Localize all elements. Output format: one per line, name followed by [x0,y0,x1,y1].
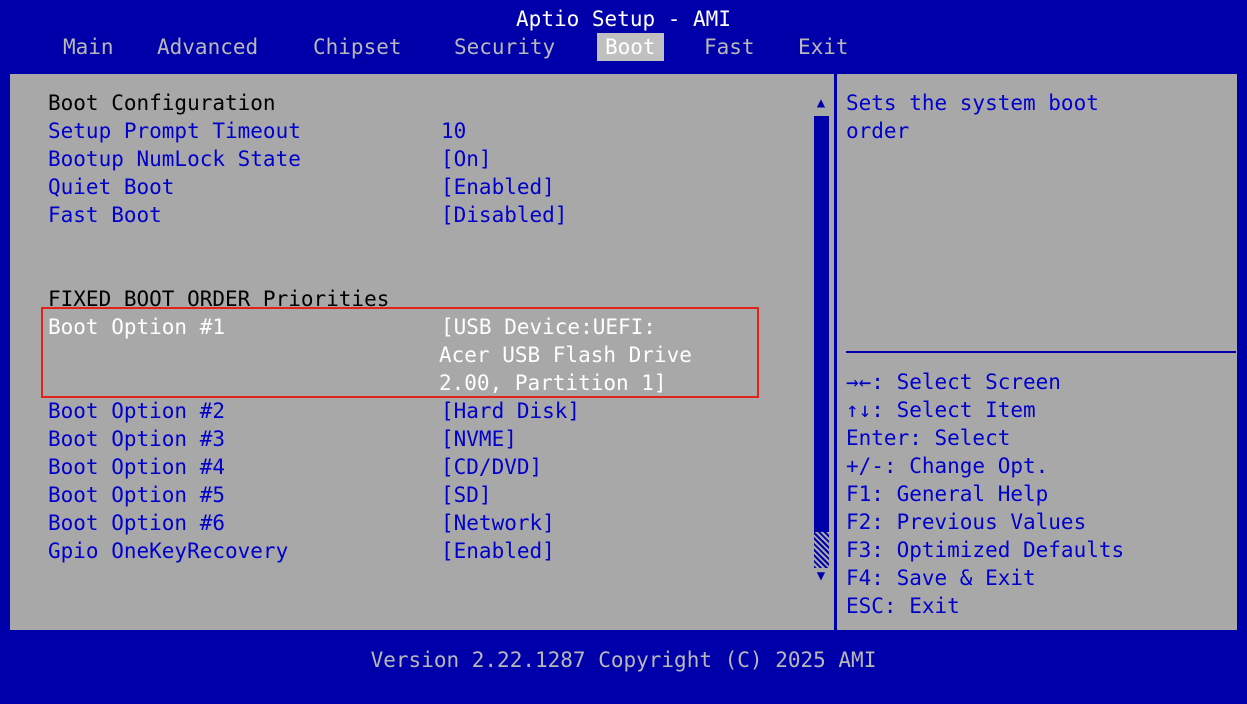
help-key-f4: F4: Save & Exit [846,566,1036,590]
tab-exit[interactable]: Exit [798,33,849,61]
boot-option-5-label[interactable]: Boot Option #5 [48,481,225,509]
setting-value[interactable]: 10 [441,117,466,145]
boot-option-2-value[interactable]: [Hard Disk] [441,397,580,425]
help-key-esc: ESC: Exit [846,594,960,618]
tab-fast[interactable]: Fast [704,33,755,61]
boot-config-heading: Boot Configuration [48,91,276,115]
setting-setup-prompt-timeout[interactable]: Setup Prompt Timeout [48,117,301,145]
scroll-up-icon[interactable]: ▲ [812,93,830,113]
help-key-enter: Enter: Select [846,426,1011,450]
boot-option-3-value[interactable]: [NVME] [441,425,517,453]
tab-security[interactable]: Security [454,33,555,61]
scrollbar-track[interactable] [814,532,829,568]
setting-value[interactable]: [On] [441,145,492,173]
help-key-select-screen: →←: Select Screen [846,370,1061,394]
boot-option-4-value[interactable]: [CD/DVD] [441,453,542,481]
boot-option-1-value-line[interactable]: 2.00, Partition 1] [439,369,667,397]
window-title: Aptio Setup - AMI [516,7,731,31]
scroll-down-icon[interactable]: ▼ [812,566,830,586]
help-separator [846,351,1236,353]
tab-chipset[interactable]: Chipset [313,33,402,61]
tab-advanced[interactable]: Advanced [157,33,258,61]
boot-option-1-value-line[interactable]: [USB Device:UEFI: [441,313,656,341]
help-key-select-item: ↑↓: Select Item [846,398,1036,422]
setting-value[interactable]: [Disabled] [441,201,567,229]
gpio-onekeyrecovery-value[interactable]: [Enabled] [441,537,555,565]
help-key-change-opt: +/-: Change Opt. [846,454,1049,478]
boot-option-5-value[interactable]: [SD] [441,481,492,509]
boot-option-1-value-line[interactable]: Acer USB Flash Drive [439,341,692,369]
top-bar: Aptio Setup - AMI Main Advanced Chipset … [0,0,1247,64]
version-footer: Version 2.22.1287 Copyright (C) 2025 AMI [370,648,877,672]
boot-option-6-value[interactable]: [Network] [441,509,555,537]
scrollbar-thumb[interactable] [814,116,829,568]
boot-option-4-label[interactable]: Boot Option #4 [48,453,225,481]
boot-option-6-label[interactable]: Boot Option #6 [48,509,225,537]
help-description-line: order [846,119,910,143]
setting-bootup-numlock[interactable]: Bootup NumLock State [48,145,301,173]
tab-boot[interactable]: Boot [597,33,664,61]
gpio-onekeyrecovery-label[interactable]: Gpio OneKeyRecovery [48,537,288,565]
boot-option-3-label[interactable]: Boot Option #3 [48,425,225,453]
setting-value[interactable]: [Enabled] [441,173,555,201]
bios-screen: Aptio Setup - AMI Main Advanced Chipset … [0,0,1247,704]
boot-option-1-label[interactable]: Boot Option #1 [48,313,225,341]
help-key-f3: F3: Optimized Defaults [846,538,1125,562]
tab-main[interactable]: Main [63,33,114,61]
help-key-f2: F2: Previous Values [846,510,1087,534]
setting-quiet-boot[interactable]: Quiet Boot [48,173,174,201]
panel-divider [834,72,837,632]
boot-option-2-label[interactable]: Boot Option #2 [48,397,225,425]
help-description-line: Sets the system boot [846,91,1099,115]
setting-fast-boot[interactable]: Fast Boot [48,201,162,229]
help-key-f1: F1: General Help [846,482,1049,506]
